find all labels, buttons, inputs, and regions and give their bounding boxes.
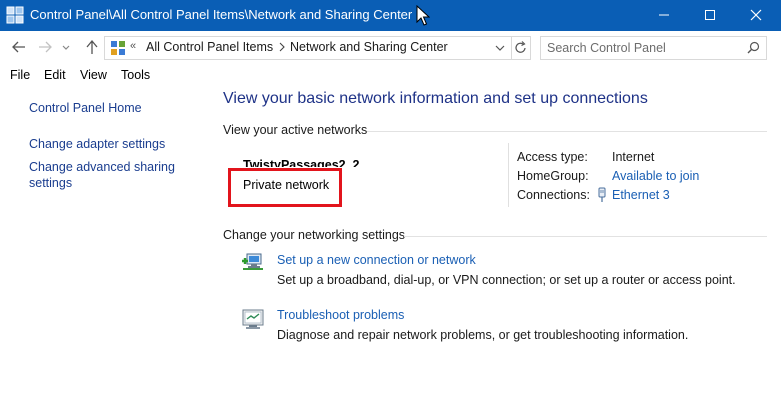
sidebar-item-change-advanced-sharing-settings[interactable]: Change advanced sharing settings bbox=[29, 159, 179, 191]
vertical-divider bbox=[508, 143, 509, 207]
active-networks-label: View your active networks bbox=[223, 123, 368, 137]
menu-file[interactable]: File bbox=[10, 68, 30, 82]
back-button[interactable] bbox=[10, 38, 28, 56]
recent-locations-button[interactable] bbox=[60, 38, 72, 56]
breadcrumb-network-and-sharing-center[interactable]: Network and Sharing Center bbox=[290, 40, 448, 54]
maximize-icon bbox=[705, 10, 715, 20]
window-title: Control Panel\All Control Panel Items\Ne… bbox=[30, 7, 413, 22]
ethernet-icon[interactable] bbox=[597, 187, 607, 203]
breadcrumb-separator-icon[interactable] bbox=[278, 42, 286, 52]
homegroup-label: HomeGroup: bbox=[517, 169, 589, 183]
search-icon[interactable] bbox=[747, 41, 760, 54]
homegroup-link[interactable]: Available to join bbox=[612, 169, 699, 183]
network-name: TwistyPassages2_2 bbox=[243, 158, 360, 167]
change-settings-label: Change your networking settings bbox=[223, 228, 406, 242]
refresh-icon bbox=[515, 41, 526, 53]
setup-new-connection-description: Set up a broadband, dial-up, or VPN conn… bbox=[277, 273, 736, 287]
chevron-down-icon bbox=[495, 45, 505, 51]
access-type-label: Access type: bbox=[517, 150, 588, 164]
access-type-value: Internet bbox=[612, 150, 655, 164]
sidebar-item-control-panel-home[interactable]: Control Panel Home bbox=[29, 100, 199, 116]
navigation-bar: « All Control Panel Items Network and Sh… bbox=[0, 31, 781, 63]
setup-new-connection-link[interactable]: Set up a new connection or network bbox=[277, 253, 476, 267]
troubleshoot-problems-link[interactable]: Troubleshoot problems bbox=[277, 308, 404, 322]
address-bar[interactable]: « All Control Panel Items Network and Sh… bbox=[104, 36, 531, 60]
forward-button[interactable] bbox=[36, 38, 54, 56]
forward-arrow-icon bbox=[39, 41, 52, 53]
section-divider bbox=[367, 131, 767, 132]
task-pane: Control Panel Home Change adapter settin… bbox=[0, 87, 210, 398]
close-button[interactable] bbox=[734, 0, 780, 31]
up-arrow-icon bbox=[86, 39, 98, 54]
section-divider bbox=[404, 236, 767, 237]
troubleshoot-problems-description: Diagnose and repair network problems, or… bbox=[277, 328, 689, 342]
minimize-button[interactable] bbox=[642, 0, 688, 31]
connections-label: Connections: bbox=[517, 188, 590, 202]
control-panel-icon bbox=[6, 6, 24, 24]
page-title: View your basic network information and … bbox=[223, 90, 648, 107]
troubleshoot-icon[interactable] bbox=[241, 307, 265, 331]
search-input[interactable] bbox=[545, 39, 739, 57]
close-icon bbox=[750, 9, 762, 21]
menu-edit[interactable]: Edit bbox=[44, 68, 66, 82]
chevron-down-icon bbox=[62, 45, 70, 50]
maximize-button[interactable] bbox=[688, 0, 734, 31]
control-panel-icon bbox=[111, 41, 125, 55]
menu-bar: File Edit View Tools bbox=[0, 63, 781, 87]
up-button[interactable] bbox=[83, 38, 101, 56]
minimize-icon bbox=[659, 14, 669, 16]
ethernet-connection-link[interactable]: Ethernet 3 bbox=[612, 188, 670, 202]
highlight-box bbox=[228, 168, 342, 207]
address-dropdown-button[interactable] bbox=[491, 37, 509, 59]
sidebar-item-change-adapter-settings[interactable]: Change adapter settings bbox=[29, 136, 199, 152]
breadcrumb-overflow[interactable]: « bbox=[130, 40, 136, 52]
search-box[interactable] bbox=[540, 36, 767, 60]
mouse-cursor-icon bbox=[416, 5, 430, 26]
menu-tools[interactable]: Tools bbox=[121, 68, 150, 82]
refresh-button[interactable] bbox=[511, 37, 530, 59]
menu-view[interactable]: View bbox=[80, 68, 107, 82]
breadcrumb-all-control-panel-items[interactable]: All Control Panel Items bbox=[146, 40, 273, 54]
new-connection-icon[interactable] bbox=[241, 251, 265, 275]
title-bar: Control Panel\All Control Panel Items\Ne… bbox=[0, 0, 781, 31]
back-arrow-icon bbox=[12, 41, 25, 53]
